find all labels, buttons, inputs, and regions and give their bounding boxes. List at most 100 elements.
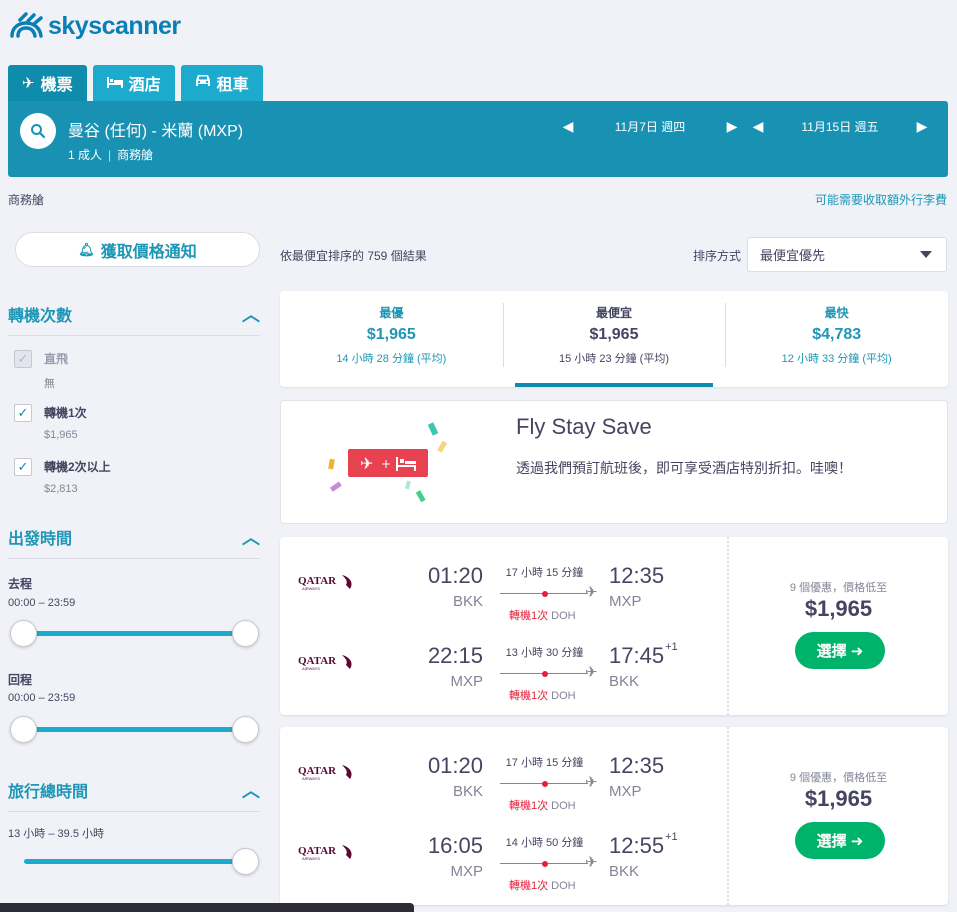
qatar-airways-logo: QATAR AIRWAYS	[298, 575, 352, 591]
next-date-arrow-icon[interactable]: ▶	[915, 118, 929, 135]
return-time-slider[interactable]	[10, 716, 259, 743]
chevron-up-icon[interactable]: ︿	[242, 524, 260, 550]
separator: |	[108, 148, 112, 162]
qatar-airways-logo: QATAR AIRWAYS	[298, 845, 352, 861]
flight-path-line	[500, 590, 588, 597]
promo-title: Fly Stay Save	[516, 414, 652, 439]
price: $1,965	[804, 596, 873, 621]
select-button[interactable]: 選擇 ➜	[795, 632, 885, 669]
baggage-fees-link[interactable]: 可能需要收取額外行李費	[815, 191, 947, 208]
summary-tab-fastest[interactable]: 最快 $4,783 12 小時 33 分鐘 (平均)	[725, 291, 948, 387]
option-price: $1,965	[44, 429, 78, 441]
passengers-text: 1 成人	[68, 148, 103, 162]
fly-stay-save-promo[interactable]: ✈ + Fly Stay Save 透過我們預訂航班後，即可享受酒店特別折扣。哇…	[280, 400, 948, 524]
prev-date-arrow-icon[interactable]: ◀	[751, 118, 765, 135]
departure-times-header[interactable]: 出發時間 ︿	[8, 524, 260, 559]
car-icon	[195, 74, 211, 92]
plane-icon: ✈	[22, 75, 35, 92]
outbound-leg: QATAR AIRWAYS 01:20 BKK 17 小時 15 分鐘 ✈ 轉機…	[280, 745, 727, 812]
slider-handle-start[interactable]	[10, 716, 37, 743]
arrival-time: 17:45+1	[609, 641, 678, 668]
sort-dropdown[interactable]: 最便宜優先	[747, 237, 947, 272]
tab-flights[interactable]: ✈ 機票	[8, 65, 87, 101]
flight-result-card[interactable]: QATAR AIRWAYS 01:20 BKK 17 小時 15 分鐘 ✈ 轉機…	[280, 537, 948, 715]
skyscanner-logo[interactable]: skyscanner	[8, 10, 181, 42]
svg-text:AIRWAYS: AIRWAYS	[302, 856, 320, 861]
summary-duration: 15 小時 23 分鐘 (平均)	[558, 353, 670, 365]
route-subtext[interactable]: 1 成人 | 商務艙	[68, 146, 153, 163]
slider-handle-end[interactable]	[232, 716, 259, 743]
flight-result-card[interactable]: QATAR AIRWAYS 01:20 BKK 17 小時 15 分鐘 ✈ 轉機…	[280, 727, 948, 905]
search-button[interactable]	[20, 113, 56, 149]
checkbox[interactable]: ✓	[14, 350, 32, 368]
stops-option-direct[interactable]: ✓ 直飛 無	[14, 350, 68, 391]
outbound-range: 00:00 – 23:59	[8, 597, 76, 609]
stop-dot	[542, 860, 548, 867]
chevron-up-icon[interactable]: ︿	[242, 301, 260, 327]
arrival-time: 12:55+1	[609, 831, 678, 858]
logo-text: skyscanner	[48, 11, 181, 40]
sort-label: 排序方式	[693, 249, 742, 263]
return-date[interactable]: 11月15日 週五	[765, 118, 915, 135]
summary-price: $1,965	[366, 326, 416, 343]
deals-count: 9 個優惠，價格低至	[789, 772, 888, 784]
svg-text:+: +	[381, 457, 391, 471]
select-button[interactable]: 選擇 ➜	[795, 822, 885, 859]
stopover-airport: DOH	[551, 610, 576, 622]
departure-airport: BKK	[452, 783, 483, 800]
slider-handle-end[interactable]	[232, 848, 259, 875]
summary-tab-cheapest[interactable]: 最便宜 $1,965 15 小時 23 分鐘 (平均)	[502, 291, 726, 387]
checkbox[interactable]: ✓	[14, 404, 32, 422]
stop-dot	[542, 780, 548, 787]
stops-filter-title: 轉機次數	[8, 308, 73, 325]
duration-range: 13 小時 – 39.5 小時	[8, 828, 104, 840]
bottom-status-bar	[0, 903, 414, 912]
svg-text:AIRWAYS: AIRWAYS	[302, 586, 320, 591]
stop-dot	[542, 670, 548, 677]
tab-label: 機票	[40, 77, 73, 94]
flight-duration: 17 小時 15 分鐘	[505, 567, 584, 579]
summary-tab-best[interactable]: 最優 $1,965 14 小時 28 分鐘 (平均)	[280, 291, 503, 387]
route-text[interactable]: 曼谷 (任何) - 米蘭 (MXP)	[68, 117, 243, 141]
caret-down-icon	[920, 251, 932, 258]
summary-title: 最快	[824, 306, 849, 320]
arrival-airport: MXP	[609, 593, 642, 610]
flight-plus-hotel-icon: ✈ +	[328, 422, 448, 503]
summary-price: $1,965	[589, 326, 639, 343]
outbound-time-slider[interactable]	[10, 620, 259, 647]
stops-info: 轉機1次 DOH	[509, 687, 576, 703]
tab-label: 酒店	[128, 77, 161, 94]
qatar-airways-logo: QATAR AIRWAYS	[298, 765, 352, 781]
summary-duration: 14 小時 28 分鐘 (平均)	[336, 353, 447, 365]
tab-car-hire[interactable]: 租車	[180, 65, 263, 101]
results-count: 依最便宜排序的 759 個結果	[280, 249, 427, 263]
slider-handle-start[interactable]	[10, 620, 37, 647]
option-label: 轉機1次	[44, 406, 87, 420]
summary-title: 最優	[379, 306, 404, 320]
option-label: 直飛	[44, 352, 69, 366]
tab-hotels[interactable]: 酒店	[92, 65, 175, 101]
price-alert-button[interactable]: 🔔︎ 獲取價格通知	[15, 232, 260, 267]
promo-text: 透過我們預訂航班後，即可享受酒店特別折扣。哇噢！	[516, 460, 852, 476]
checkbox[interactable]: ✓	[14, 458, 32, 476]
option-price: $2,813	[44, 483, 78, 495]
depart-date[interactable]: 11月7日 週四	[575, 118, 725, 135]
stops-option-two-plus[interactable]: ✓ 轉機2次以上 $2,813	[14, 458, 111, 495]
next-date-arrow-icon[interactable]: ▶	[725, 118, 739, 135]
summary-title: 最便宜	[596, 306, 633, 320]
price-panel: 9 個優惠，價格低至 $1,965 選擇 ➜	[729, 727, 948, 905]
chevron-up-icon[interactable]: ︿	[242, 777, 260, 803]
arrival-airport: BKK	[609, 673, 640, 690]
tab-label: 租車	[216, 77, 249, 94]
prev-date-arrow-icon[interactable]: ◀	[561, 118, 575, 135]
return-leg: QATAR AIRWAYS 22:15 MXP 13 小時 30 分鐘 ✈ 轉機…	[280, 635, 727, 702]
slider-handle-end[interactable]	[232, 620, 259, 647]
stops-filter-header[interactable]: 轉機次數 ︿	[8, 301, 260, 336]
svg-text:✈: ✈	[360, 454, 373, 473]
duration-slider[interactable]	[24, 848, 259, 875]
arrival-airport: MXP	[609, 783, 642, 800]
svg-text:AIRWAYS: AIRWAYS	[302, 776, 320, 781]
journey-duration-header[interactable]: 旅行總時間 ︿	[8, 777, 260, 812]
stops-count: 轉機1次	[509, 690, 549, 702]
stops-option-one[interactable]: ✓ 轉機1次 $1,965	[14, 404, 87, 441]
